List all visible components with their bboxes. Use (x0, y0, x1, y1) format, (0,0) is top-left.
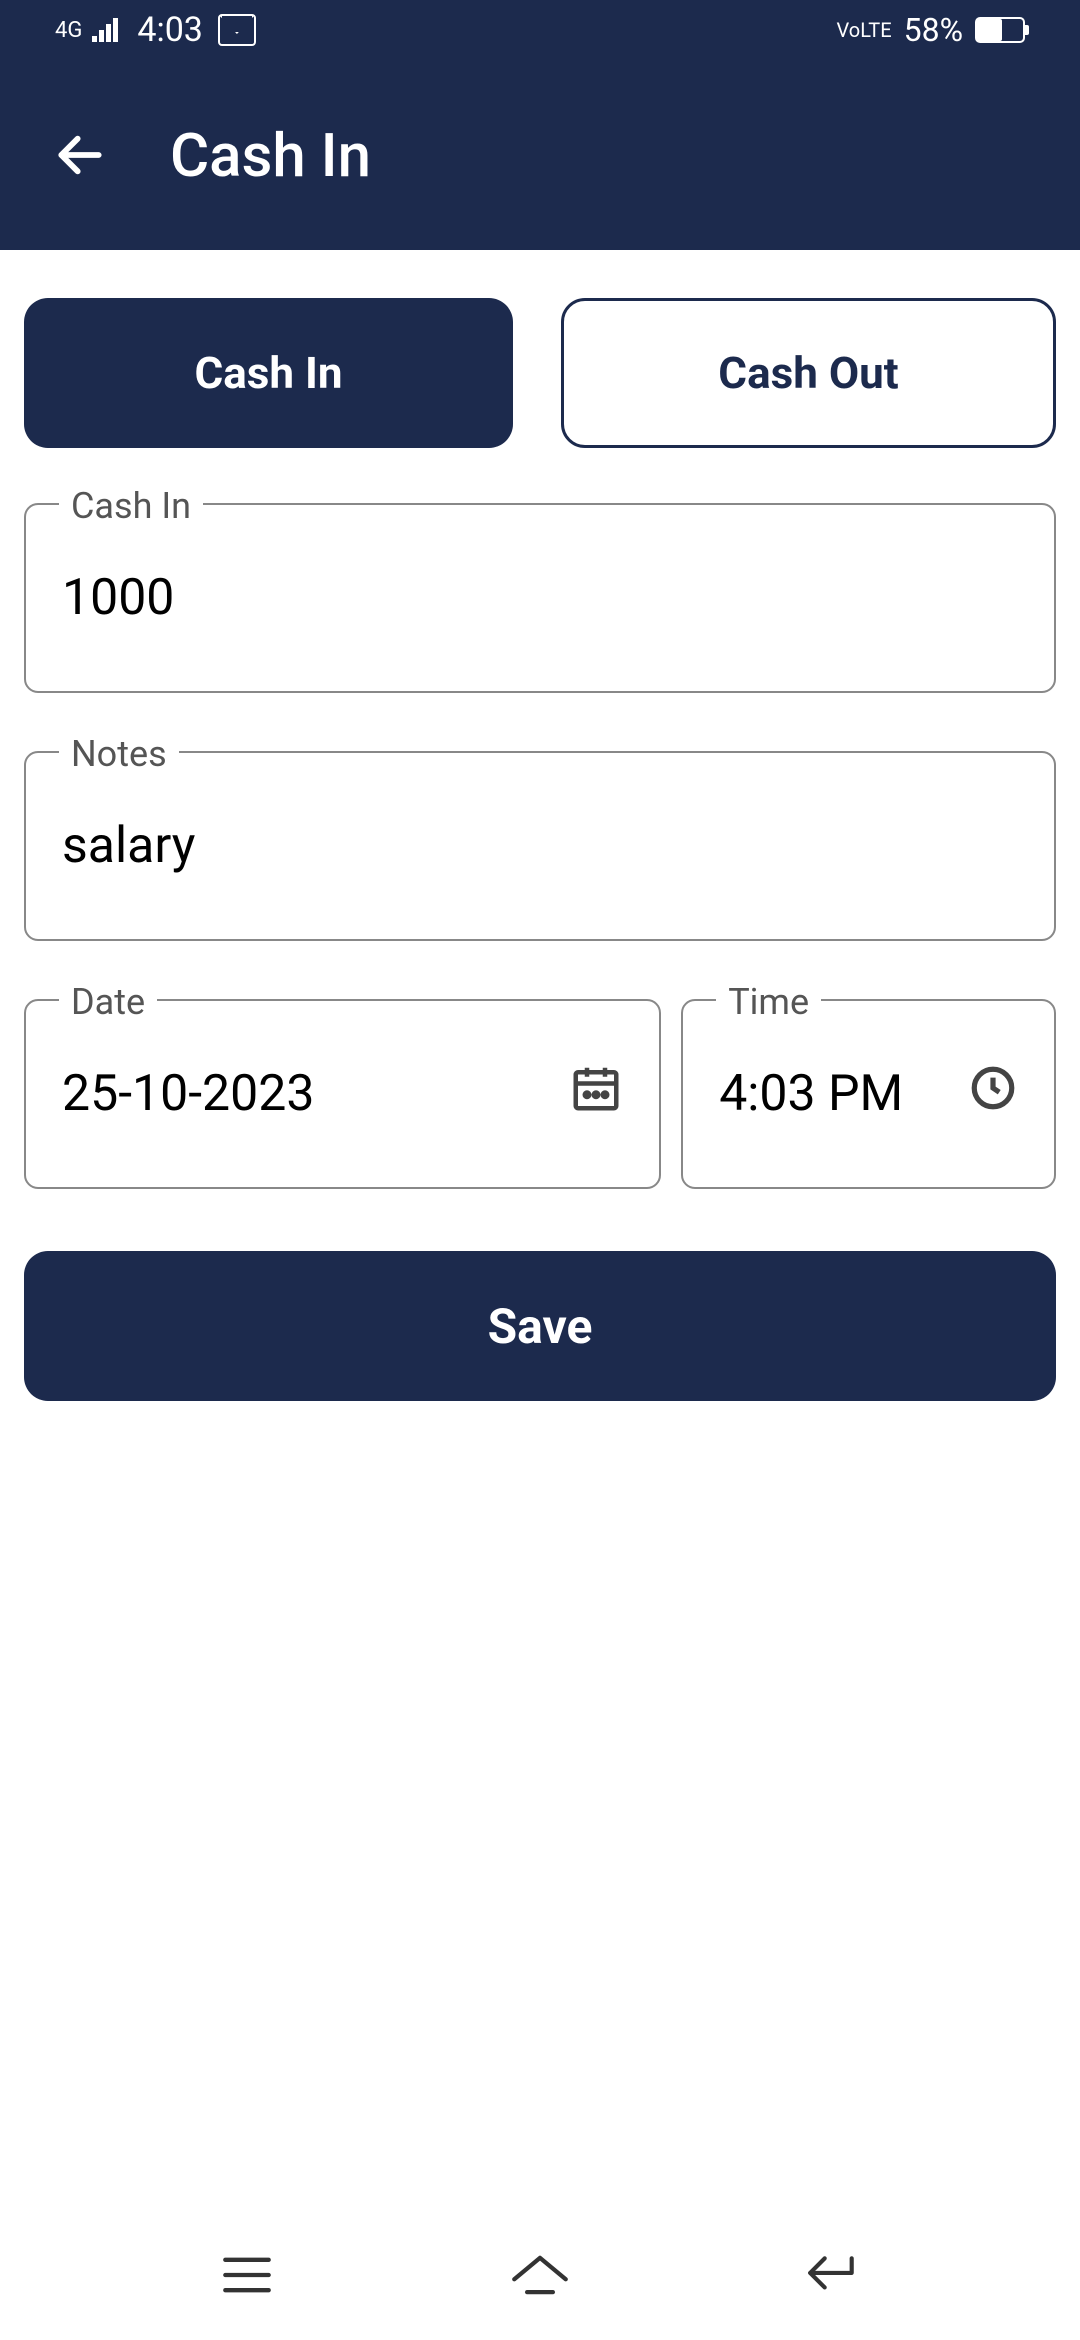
transaction-type-toggle: Cash In Cash Out (24, 298, 1056, 448)
date-field-container: Date 25-10-2023 (24, 999, 661, 1189)
time-input[interactable]: 4:03 PM (681, 999, 1056, 1189)
save-button[interactable]: Save (24, 1251, 1056, 1401)
mail-icon (218, 14, 256, 46)
battery-icon (975, 17, 1025, 43)
notes-field-container: Notes (24, 751, 1056, 941)
status-left: 4G 4:03 (55, 10, 256, 50)
status-bar: 4G 4:03 VoLTE 58% (0, 0, 1080, 60)
amount-input[interactable] (24, 503, 1056, 693)
date-label: Date (59, 981, 157, 1023)
volte-indicator: VoLTE (837, 18, 892, 42)
system-nav-bar (0, 2210, 1080, 2340)
content-area: Cash In Cash Out Cash In Notes Date 25-1… (0, 250, 1080, 2210)
back-icon (806, 2253, 860, 2297)
date-input[interactable]: 25-10-2023 (24, 999, 661, 1189)
date-time-row: Date 25-10-2023 Time 4:03 PM (24, 999, 1056, 1189)
network-indicator: 4G (55, 18, 82, 43)
calendar-icon (569, 1061, 623, 1128)
time-field-container: Time 4:03 PM (681, 999, 1056, 1189)
app-bar: Cash In (0, 60, 1080, 250)
recent-apps-button[interactable] (217, 2245, 277, 2305)
cash-out-toggle[interactable]: Cash Out (561, 298, 1056, 448)
cash-in-toggle[interactable]: Cash In (24, 298, 513, 448)
time-value: 4:03 PM (719, 1065, 903, 1123)
amount-field-container: Cash In (24, 503, 1056, 693)
home-icon (510, 2253, 570, 2297)
clock-icon (968, 1063, 1018, 1126)
time-label: Time (716, 981, 821, 1023)
signal-icon (92, 18, 122, 42)
menu-icon (221, 2255, 273, 2295)
page-title: Cash In (170, 120, 371, 191)
battery-percentage: 58% (904, 11, 963, 49)
notes-input[interactable] (24, 751, 1056, 941)
date-value: 25-10-2023 (62, 1065, 314, 1123)
notes-label: Notes (59, 733, 179, 775)
status-right: VoLTE 58% (837, 11, 1025, 49)
back-nav-button[interactable] (803, 2245, 863, 2305)
home-button[interactable] (510, 2245, 570, 2305)
arrow-left-icon (52, 127, 108, 183)
status-time: 4:03 (137, 10, 203, 50)
amount-label: Cash In (59, 485, 203, 527)
back-button[interactable] (50, 125, 110, 185)
